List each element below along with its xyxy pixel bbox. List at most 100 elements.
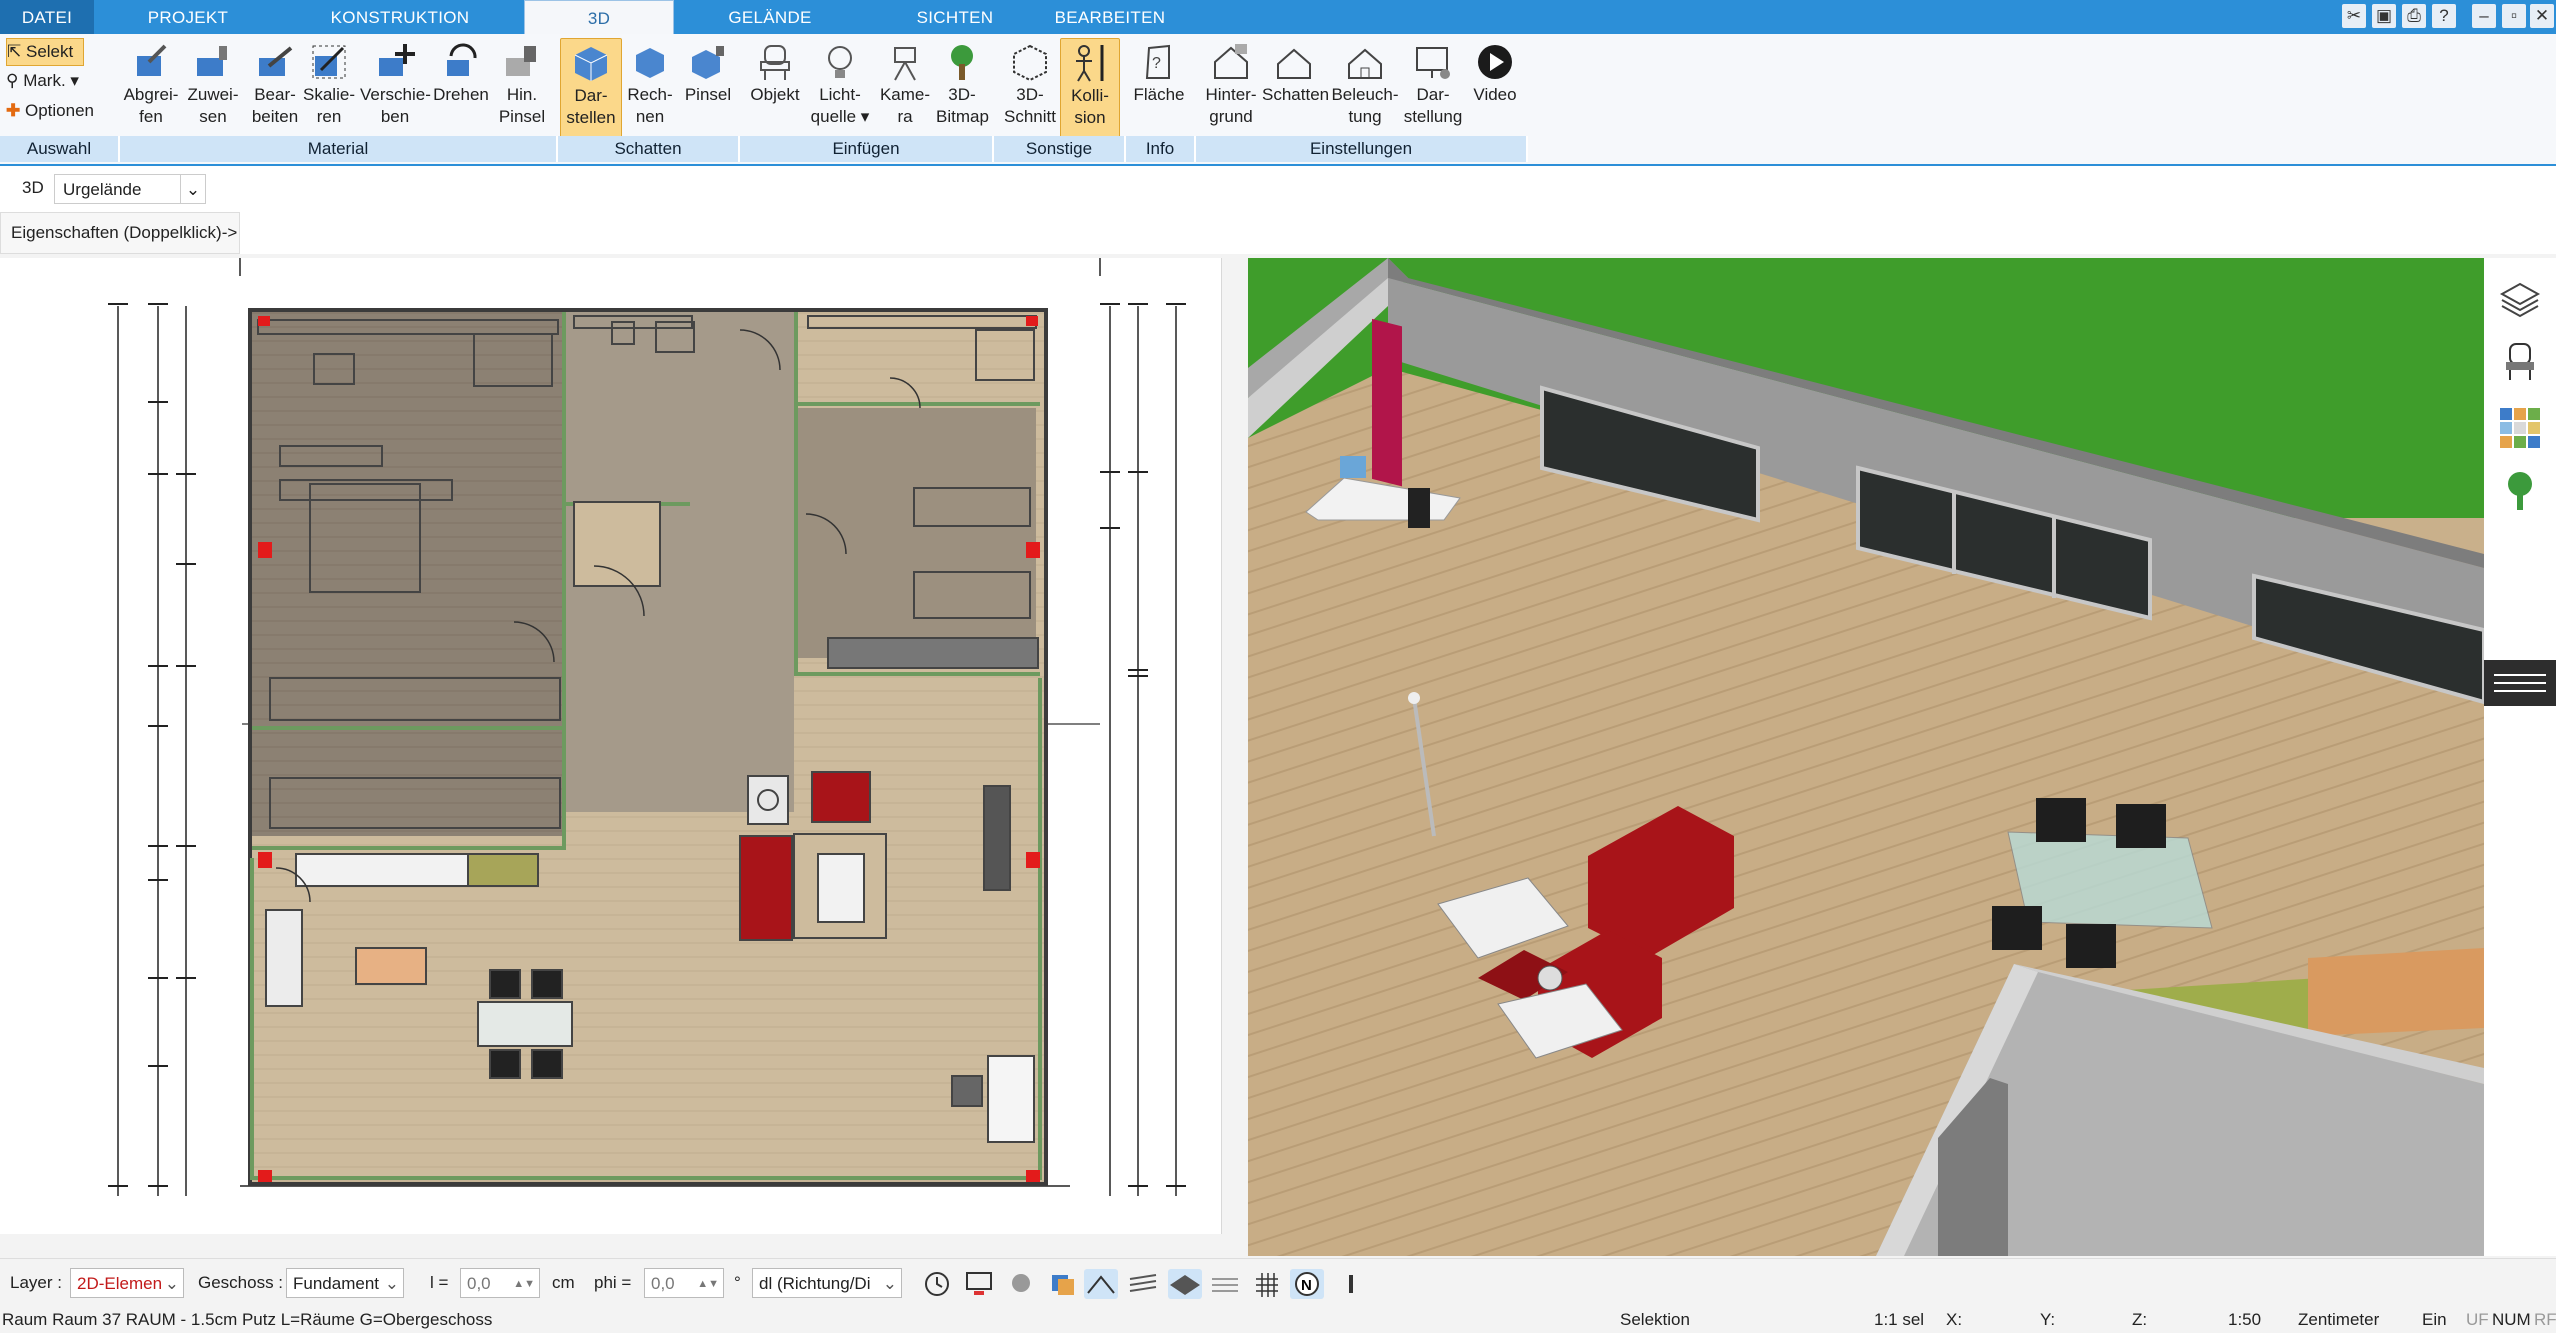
pinsel-button[interactable]: Pinsel: [680, 38, 736, 138]
kamera-button[interactable]: Kame- ra: [874, 38, 936, 138]
eyedropper-icon: [137, 44, 167, 76]
schnitt-button[interactable]: 3D- Schnitt: [1000, 38, 1060, 138]
abgreifen-button[interactable]: Abgrei- fen: [120, 38, 182, 138]
verschieben-label: Verschie- ben: [360, 85, 431, 126]
print-icon[interactable]: ⎙: [2402, 4, 2426, 28]
floor-plan-drawing: [108, 258, 1234, 1308]
geschoss-dropdown[interactable]: Fundament ⌄: [286, 1268, 404, 1298]
tools-icon[interactable]: ✂: [2342, 4, 2366, 28]
options-tool[interactable]: ✚ Optionen: [6, 98, 94, 124]
zuweisen-button[interactable]: Zuwei- sen: [182, 38, 244, 138]
hatch-icon[interactable]: [1126, 1269, 1160, 1299]
bitmap-label: 3D- Bitmap: [936, 85, 989, 126]
help-icon[interactable]: ?: [2432, 4, 2456, 28]
phi-input[interactable]: 0,0 ▲▼: [644, 1268, 724, 1298]
more-icon[interactable]: [1334, 1269, 1368, 1299]
tab-sichten[interactable]: SICHTEN: [870, 0, 1040, 34]
status-scale: 1:50: [2228, 1310, 2262, 1329]
drehen-label: Drehen: [433, 85, 489, 104]
plane-icon[interactable]: [1168, 1269, 1202, 1299]
dl-dropdown[interactable]: dl (Richtung/Di ⌄: [752, 1268, 902, 1298]
status-mode: Selektion: [1620, 1310, 1690, 1329]
beleuchtung-button[interactable]: Beleuch- tung: [1330, 38, 1400, 138]
view-mode-label: 3D: [22, 178, 44, 197]
rotate-icon: [447, 43, 477, 76]
select-tool[interactable]: ⇱ Selekt: [6, 38, 84, 66]
assign-icon: [197, 46, 227, 76]
lichtquelle-button[interactable]: Licht- quelle ▾: [806, 38, 874, 138]
window-icon[interactable]: ▣: [2372, 4, 2396, 28]
drehen-button[interactable]: Drehen: [430, 38, 492, 138]
darstellen-button[interactable]: Dar- stellen: [560, 38, 622, 140]
video-label: Video: [1473, 85, 1517, 104]
status-ein: Ein: [2422, 1310, 2447, 1329]
darstellung-button[interactable]: Dar- stellung: [1402, 38, 1464, 138]
furniture-icon[interactable]: [2498, 340, 2542, 384]
status-x: X:: [1946, 1310, 1963, 1329]
tab-datei[interactable]: DATEI: [0, 0, 94, 34]
skalieren-label: Skalie- ren: [303, 85, 355, 126]
dl-value: dl (Richtung/Di: [759, 1274, 871, 1293]
geschoss-value: Fundament: [293, 1274, 379, 1293]
3d-view[interactable]: [1248, 258, 2484, 1256]
clock-icon[interactable]: [920, 1269, 954, 1299]
darstellung-label: Dar- stellung: [1403, 85, 1463, 126]
house-background-icon: [1214, 44, 1248, 79]
layers-color-icon[interactable]: [1046, 1269, 1080, 1299]
tab-projekt[interactable]: PROJEKT: [100, 0, 276, 34]
kollision-button[interactable]: Kolli- sion: [1060, 38, 1120, 140]
north-icon[interactable]: N: [1290, 1269, 1324, 1299]
materials-icon[interactable]: [2498, 406, 2542, 450]
l-input[interactable]: 0,0 ▲▼: [460, 1268, 540, 1298]
monitor-icon[interactable]: [962, 1269, 996, 1299]
grid-icon[interactable]: [1250, 1269, 1284, 1299]
edit-material-icon: [259, 46, 293, 76]
schatten-label: Schatten: [1262, 85, 1330, 104]
mark-tool[interactable]: ⚲ Mark. ▾: [6, 68, 79, 94]
properties-button[interactable]: Eigenschaften (Doppelklick)->: [0, 212, 240, 254]
move-icon: [379, 44, 415, 76]
lichtquelle-label: Licht- quelle ▾: [810, 85, 870, 126]
spinner-icon[interactable]: ▲▼: [697, 1269, 719, 1299]
cube-icon: [574, 47, 608, 81]
stack-icon[interactable]: [1208, 1269, 1242, 1299]
hin-pinsel-button[interactable]: Hin. Pinsel: [492, 38, 552, 138]
ribbon: ⇱ Selekt ⚲ Mark. ▾ ✚ Optionen Abgrei- fe…: [0, 34, 2556, 166]
group-auswahl: Auswahl: [0, 136, 120, 162]
bitmap-button[interactable]: 3D- Bitmap: [936, 38, 989, 138]
roof-icon[interactable]: [1084, 1269, 1118, 1299]
tab-konstruktion[interactable]: KONSTRUKTION: [300, 0, 500, 34]
group-schatten: Schatten: [558, 136, 740, 162]
tree-icon: [951, 45, 973, 80]
group-einfuegen: Einfügen: [740, 136, 994, 162]
status-z: Z:: [2132, 1310, 2148, 1329]
render-icon[interactable]: [1004, 1269, 1038, 1299]
flaeche-button[interactable]: ? Fläche: [1128, 38, 1190, 138]
spinner-icon[interactable]: ▲▼: [513, 1269, 535, 1299]
menu-icon[interactable]: [2484, 660, 2556, 706]
chevron-down-icon: ⌄: [180, 175, 205, 203]
hintergrund-button[interactable]: Hinter- grund: [1200, 38, 1262, 138]
close-icon[interactable]: ✕: [2530, 4, 2554, 28]
right-sidebar: [2484, 258, 2556, 1256]
objekt-button[interactable]: Objekt: [744, 38, 806, 138]
schatten-button[interactable]: Schatten: [1262, 38, 1330, 138]
tab-bearbeiten[interactable]: BEARBEITEN: [1040, 0, 1180, 34]
zuweisen-label: Zuwei- sen: [187, 85, 239, 126]
restore-icon[interactable]: ▫: [2502, 4, 2526, 28]
chevron-down-icon: ⌄: [384, 1274, 399, 1293]
minimize-icon[interactable]: –: [2472, 4, 2496, 28]
floor-plan-view[interactable]: [0, 258, 1234, 1308]
rechnen-button[interactable]: Rech- nen: [620, 38, 680, 138]
svg-text:N: N: [1301, 1277, 1312, 1294]
tab-gelaende[interactable]: GELÄNDE: [690, 0, 850, 34]
verschieben-button[interactable]: Verschie- ben: [360, 38, 431, 138]
skalieren-button[interactable]: Skalie- ren: [298, 38, 360, 138]
bearbeiten-button[interactable]: Bear- beiten: [244, 38, 306, 138]
layers-icon[interactable]: [2498, 278, 2542, 322]
terrain-dropdown[interactable]: Urgelände ⌄: [54, 174, 206, 204]
video-button[interactable]: Video: [1466, 38, 1524, 138]
tab-3d[interactable]: 3D: [524, 0, 674, 35]
plants-icon[interactable]: [2498, 468, 2542, 512]
layer-dropdown[interactable]: 2D-Elemen ⌄: [70, 1268, 184, 1298]
